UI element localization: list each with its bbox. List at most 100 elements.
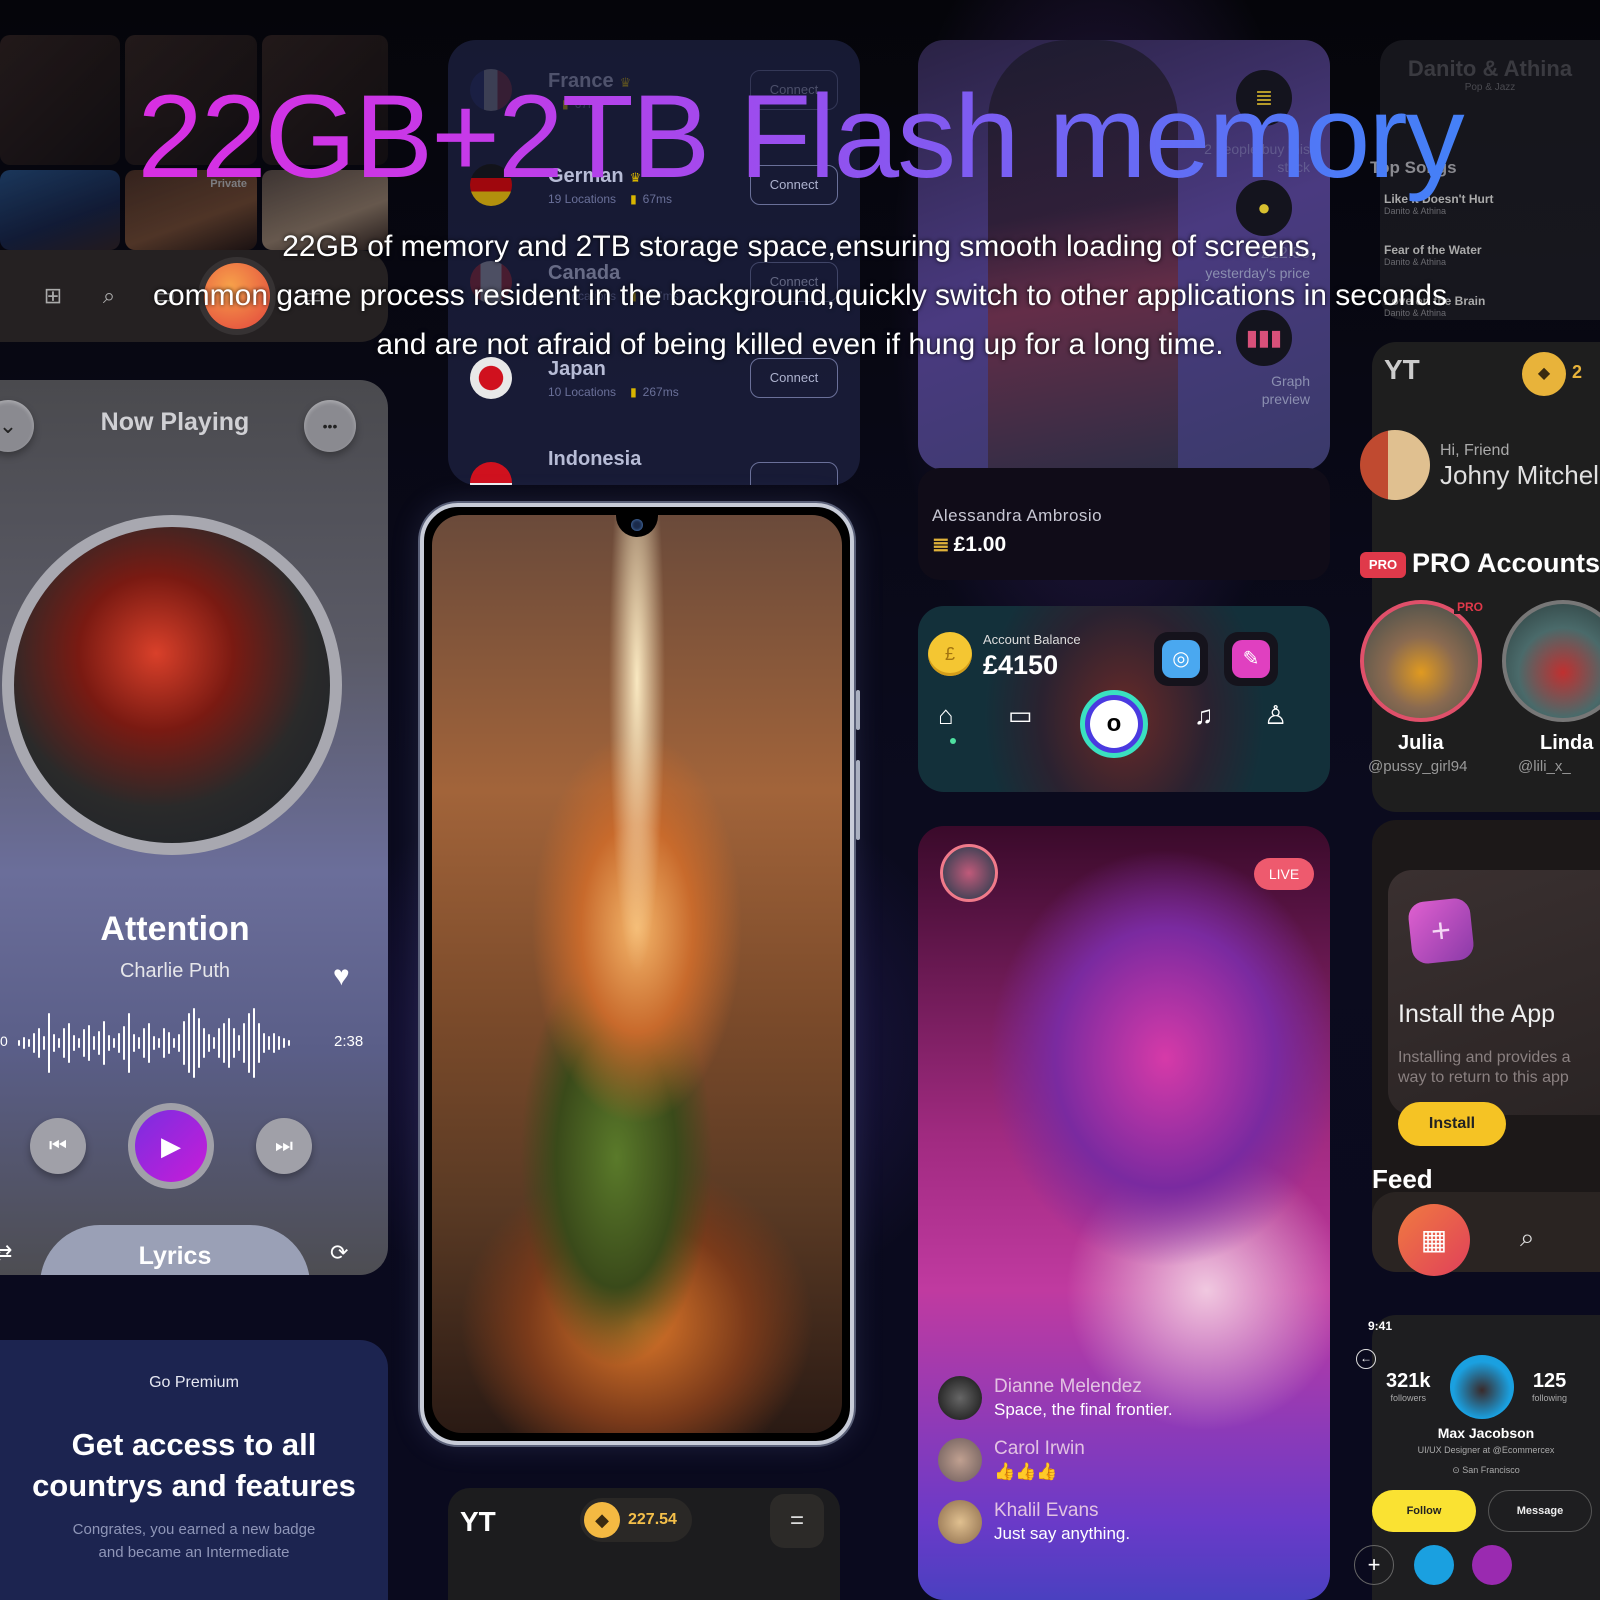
follow-button[interactable]: Follow xyxy=(1372,1490,1476,1532)
waveform-bar xyxy=(273,1033,275,1053)
target-app-button[interactable]: ◎ xyxy=(1154,632,1208,686)
waveform-bar xyxy=(143,1028,145,1058)
grid-icon[interactable]: ▦ xyxy=(1398,1204,1470,1276)
waveform-bar xyxy=(138,1037,140,1049)
waveform-bar xyxy=(248,1013,250,1073)
seller-amount: ≣ £1.00 xyxy=(932,533,1007,556)
story-avatar[interactable] xyxy=(1414,1545,1454,1585)
waveform-bar xyxy=(278,1036,280,1050)
balance-label: Account Balance xyxy=(983,632,1081,647)
pro-account-avatar[interactable] xyxy=(1502,600,1600,722)
eth-balance-pill[interactable]: ◆ 227.54 xyxy=(580,1498,692,1542)
avatar xyxy=(938,1500,982,1544)
player-header: Now Playing xyxy=(100,408,250,436)
next-button[interactable]: ⏭ xyxy=(256,1118,312,1174)
following-stat: 125 following xyxy=(1532,1370,1568,1403)
yt-app-header: YT ◆ 227.54 = xyxy=(448,1488,840,1600)
followers-stat: 321k followers xyxy=(1386,1370,1431,1403)
profile-icon[interactable]: ♙ xyxy=(1264,700,1287,731)
install-title: Install the App xyxy=(1398,1000,1556,1028)
eth-balance: 227.54 xyxy=(628,1511,677,1528)
streamer-avatar[interactable] xyxy=(940,844,998,902)
pro-accounts-title: PRO Accounts xyxy=(1412,548,1600,578)
waveform-bar xyxy=(43,1036,45,1050)
waveform-bar xyxy=(233,1028,235,1058)
profile-avatar xyxy=(1450,1355,1514,1419)
time-total: 2:38 xyxy=(334,1033,364,1050)
lyrics-tab[interactable]: Lyrics xyxy=(40,1225,310,1275)
message-button[interactable]: Message xyxy=(1488,1490,1592,1532)
comment-item: Khalil Evans Just say anything. xyxy=(938,1500,1130,1544)
waveform-seekbar[interactable] xyxy=(18,1008,328,1078)
waveform-bar xyxy=(68,1023,70,1063)
waveform-bar xyxy=(153,1036,155,1050)
target-icon: ◎ xyxy=(1162,640,1200,678)
waveform-bar xyxy=(18,1040,20,1046)
heart-icon[interactable]: ♥ xyxy=(333,960,350,992)
avatar xyxy=(938,1376,982,1420)
edit-app-button[interactable]: ✎ xyxy=(1224,632,1278,686)
subcopy-line: 22GB of memory and 2TB storage space,ens… xyxy=(282,230,1318,263)
yt-logo: YT xyxy=(460,1506,496,1537)
subcopy-line: common game process resident in the back… xyxy=(152,279,1447,312)
install-card: + Install the App Installing and provide… xyxy=(1388,870,1600,1146)
profile-card: 9:41 ← 321k followers 125 following Max Ja… xyxy=(1354,1315,1600,1600)
music-icon[interactable]: ♫ xyxy=(1194,700,1214,731)
subcopy: 22GB of memory and 2TB storage space,ens… xyxy=(0,222,1600,369)
subcopy-line: and are not afraid of being killed even … xyxy=(376,328,1224,361)
waveform-bar xyxy=(223,1023,225,1063)
waveform-bar xyxy=(73,1035,75,1051)
story-avatar[interactable] xyxy=(1472,1545,1512,1585)
shuffle-icon[interactable]: ⇄ xyxy=(0,1240,12,1266)
profile-role: UI/UX Designer at @Ecommercex xyxy=(1417,1445,1555,1455)
play-button[interactable]: ▶ xyxy=(128,1103,214,1189)
home-icon[interactable]: ⌂ xyxy=(938,700,954,731)
headline: 22GB+2TB Flash memory xyxy=(0,72,1600,202)
waveform-bar xyxy=(98,1031,100,1055)
premium-headline: Get access to all countrys and features xyxy=(32,1427,356,1503)
user-avatar[interactable] xyxy=(1360,430,1430,500)
back-icon[interactable]: ← xyxy=(1356,1349,1376,1369)
add-story-button[interactable]: + xyxy=(1354,1545,1394,1585)
vpn-row-indonesia[interactable]: Indonesia xyxy=(470,448,838,485)
location-pin-icon: ⊙ xyxy=(1452,1465,1463,1475)
waveform-bar xyxy=(113,1038,115,1048)
pro-account-avatar[interactable] xyxy=(1360,600,1482,722)
waveform-bar xyxy=(108,1035,110,1051)
connect-button[interactable] xyxy=(750,462,838,485)
waveform-bar xyxy=(183,1021,185,1065)
waveform-bar xyxy=(58,1038,60,1048)
previous-button[interactable]: ⏮ xyxy=(30,1118,86,1174)
flag-indonesia-icon xyxy=(470,462,512,485)
waveform-bar xyxy=(83,1029,85,1057)
waveform-bar xyxy=(48,1013,50,1073)
avatar xyxy=(938,1438,982,1482)
account-balance-card: £ Account Balance £4150 ◎ ✎ ⌂ ▭ o ♫ ♙ xyxy=(918,606,1330,792)
plus-icon: + xyxy=(1406,896,1476,966)
account-handle: @lili_x_ xyxy=(1518,758,1571,775)
waveform-bar xyxy=(63,1028,65,1058)
camera-button[interactable]: o xyxy=(1080,690,1148,758)
front-camera-notch xyxy=(616,515,658,537)
premium-description: Congrates, you earned a new badge and bec… xyxy=(72,1521,316,1561)
feed-tab-bar: ▦ ⌕ xyxy=(1372,1192,1600,1276)
install-button[interactable]: Install xyxy=(1398,1102,1506,1146)
album-art xyxy=(2,515,342,855)
repeat-icon[interactable]: ⟳ xyxy=(330,1240,348,1266)
waveform-bar xyxy=(208,1034,210,1052)
card-icon[interactable]: ▭ xyxy=(1008,700,1033,731)
menu-button[interactable]: = xyxy=(770,1494,824,1548)
waveform-bar xyxy=(238,1035,240,1051)
search-icon[interactable]: ⌕ xyxy=(1520,1222,1535,1254)
waveform-bar xyxy=(53,1034,55,1052)
coins-icon: ≣ xyxy=(932,533,950,556)
ping: 267ms xyxy=(642,384,679,399)
pound-coin-icon: £ xyxy=(928,632,972,676)
waveform-bar xyxy=(288,1040,290,1046)
song-artist: Charlie Puth xyxy=(119,960,231,982)
waveform-bar xyxy=(268,1036,270,1050)
more-options-button[interactable]: ••• xyxy=(304,400,356,452)
premium-label: Go Premium xyxy=(149,1374,239,1391)
status-time: 9:41 xyxy=(1368,1319,1393,1333)
waveform-bar xyxy=(133,1034,135,1052)
